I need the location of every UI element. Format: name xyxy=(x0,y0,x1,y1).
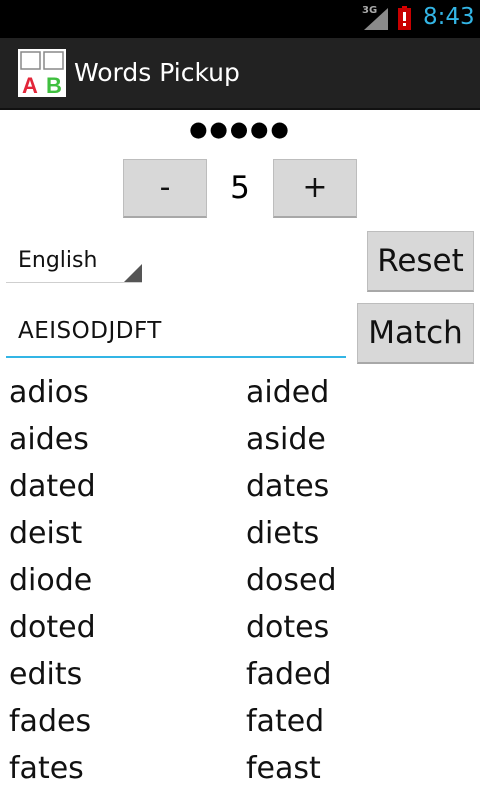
word-row: deist diets xyxy=(0,511,480,558)
svg-text:A: A xyxy=(22,73,38,97)
app-title: Words Pickup xyxy=(74,58,240,87)
word-item[interactable]: edits xyxy=(9,657,82,692)
word-row: adios aided xyxy=(0,370,480,417)
action-bar: A B Words Pickup xyxy=(0,38,480,110)
word-length-value: 5 xyxy=(230,170,250,206)
letters-input[interactable]: AEISODJDFT xyxy=(6,306,346,358)
word-item[interactable]: faded xyxy=(246,657,332,692)
word-item[interactable]: fated xyxy=(246,704,324,739)
word-row: diode dosed xyxy=(0,558,480,605)
app-logo-icon: A B xyxy=(18,49,66,97)
word-item[interactable]: diets xyxy=(246,516,319,551)
status-bar: 3G 8:43 xyxy=(0,0,480,38)
word-item[interactable]: diode xyxy=(9,563,92,598)
length-dots-indicator: ●●●●● xyxy=(189,117,291,141)
word-item[interactable]: aided xyxy=(246,375,329,410)
reset-button[interactable]: Reset xyxy=(367,231,474,292)
word-item[interactable]: dated xyxy=(9,469,96,504)
signal-icon xyxy=(364,8,388,30)
word-item[interactable]: dosed xyxy=(246,563,337,598)
letters-input-value: AEISODJDFT xyxy=(18,318,162,344)
increase-length-button[interactable]: + xyxy=(273,159,357,218)
match-button[interactable]: Match xyxy=(357,303,474,364)
battery-alert-icon xyxy=(398,6,411,30)
dropdown-triangle-icon xyxy=(124,264,142,282)
word-row: fades fated xyxy=(0,699,480,746)
word-item[interactable]: fates xyxy=(9,751,84,786)
word-item[interactable]: fades xyxy=(9,704,91,739)
word-item[interactable]: feast xyxy=(246,751,321,786)
word-item[interactable]: adios xyxy=(9,375,89,410)
svg-text:B: B xyxy=(46,73,62,97)
word-item[interactable]: doted xyxy=(9,610,96,645)
word-item[interactable]: aside xyxy=(246,422,326,457)
word-row: doted dotes xyxy=(0,605,480,652)
word-row: fates feast xyxy=(0,746,480,793)
word-item[interactable]: dates xyxy=(246,469,329,504)
word-item[interactable]: deist xyxy=(9,516,82,551)
language-selected: English xyxy=(18,248,98,273)
word-item[interactable]: dotes xyxy=(246,610,329,645)
decrease-length-button[interactable]: - xyxy=(123,159,207,218)
clock: 8:43 xyxy=(423,4,475,30)
language-dropdown[interactable]: English xyxy=(6,244,142,283)
word-row: dated dates xyxy=(0,464,480,511)
word-row: edits faded xyxy=(0,652,480,699)
word-results-list: adios aided aides aside dated dates deist diets… xyxy=(0,370,480,793)
word-item[interactable]: aides xyxy=(9,422,89,457)
word-row: aides aside xyxy=(0,417,480,464)
